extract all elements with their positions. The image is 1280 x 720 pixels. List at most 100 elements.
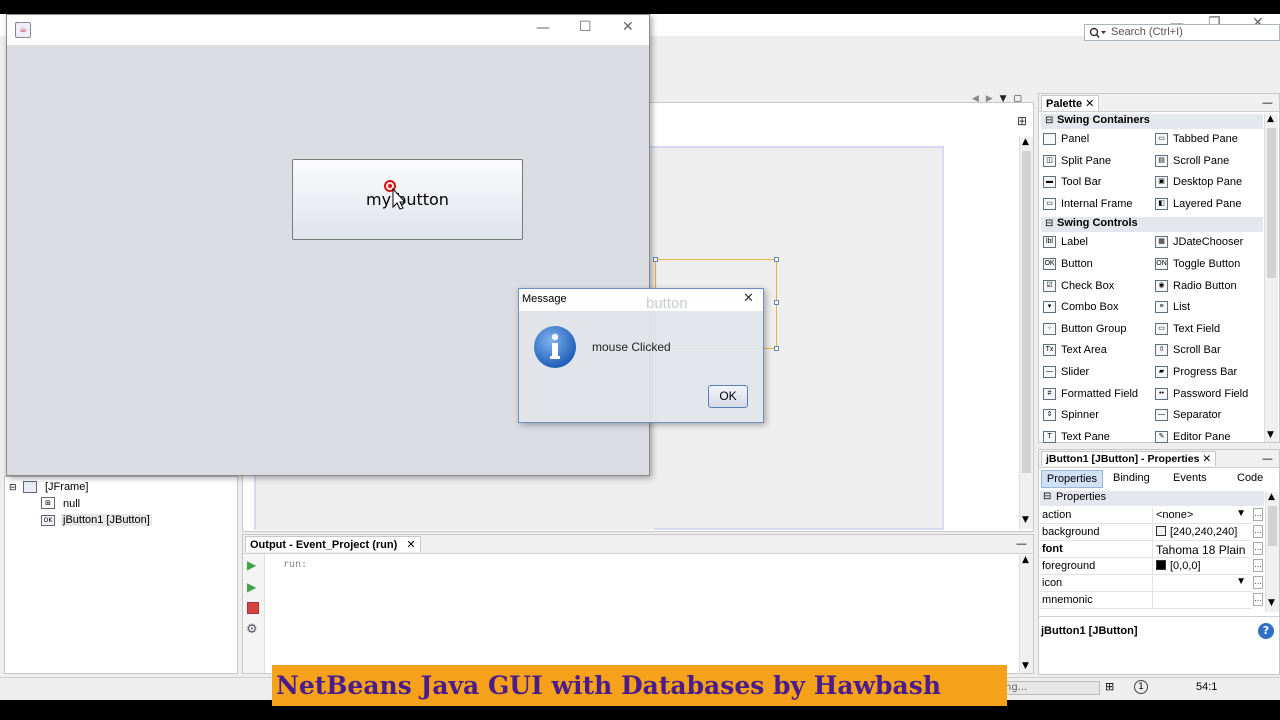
close-icon[interactable]: ✕ [1085,98,1094,110]
property-editor-button[interactable]: … [1253,508,1263,521]
scroll-up-icon[interactable]: ▲ [1268,492,1275,502]
resize-handle[interactable] [653,257,658,262]
search-input[interactable]: Search (Ctrl+I) [1084,24,1280,41]
palette-scrollbar[interactable]: ▲ ▼ [1264,114,1278,442]
properties-tab[interactable]: jButton1 [JButton] - Properties ✕ [1041,451,1217,466]
palette-item[interactable]: ◧ Layered Pane [1155,196,1242,214]
property-value[interactable]: Tahoma 18 Plain [1152,541,1250,557]
dropdown-arrow-icon[interactable]: ▼ [1236,508,1246,519]
scroll-thumb[interactable] [1268,506,1277,546]
minimize-panel-icon[interactable]: — [1262,96,1273,109]
scroll-down-icon[interactable]: ▼ [1268,598,1275,608]
palette-item[interactable]: # Formatted Field [1043,386,1138,404]
my-button[interactable]: my button [292,159,523,240]
property-editor-button[interactable]: … [1253,525,1263,538]
navigator-item-jbutton1[interactable]: jButton1 [JButton] [61,514,152,526]
output-scrollbar[interactable]: ▲ ▼ [1019,555,1033,673]
help-icon[interactable]: ? [1258,623,1274,639]
palette-category[interactable]: ⊟ Swing Controls [1041,217,1263,233]
palette-item[interactable]: ▭ Text Field [1155,321,1220,339]
property-value[interactable]: ▼ [1152,575,1250,591]
close-icon[interactable]: ✕ [406,539,415,551]
collapse-icon[interactable]: ⊟ [1045,218,1053,229]
palette-item[interactable]: lbl Label [1043,234,1088,252]
palette-item[interactable]: — Separator [1155,407,1221,425]
close-icon[interactable]: ✕ [622,19,634,35]
palette-item[interactable]: ⇳ Scroll Bar [1155,342,1221,360]
rerun-with-options-icon[interactable]: ▶ [247,580,256,594]
minimize-panel-icon[interactable]: — [1016,537,1027,550]
scroll-down-icon[interactable]: ▼ [1022,661,1029,671]
navigator-item-layout[interactable]: null [63,498,80,510]
tab-code[interactable]: Code [1237,472,1263,484]
palette-item[interactable]: Tx Text Area [1043,342,1107,360]
palette-item[interactable]: ▭ Internal Frame [1043,196,1133,214]
ok-button[interactable]: OK [708,385,748,408]
palette-item[interactable]: OK Button [1043,256,1093,274]
palette-item[interactable]: ◉ Radio Button [1155,278,1237,296]
tab-events[interactable]: Events [1173,472,1207,484]
minimize-icon[interactable]: — [536,20,550,36]
palette-item[interactable]: ▰ Progress Bar [1155,364,1237,382]
properties-section-header[interactable]: ⊟ Properties [1040,491,1264,506]
resize-handle[interactable] [774,346,779,351]
palette-item[interactable]: Panel [1043,131,1089,149]
notification-icon[interactable]: 1 [1134,680,1148,694]
property-value[interactable]: [0,0,0] [1152,558,1250,574]
scroll-up-icon[interactable]: ▲ [1022,137,1029,147]
palette-item[interactable]: ON Toggle Button [1155,256,1240,274]
palette-tab[interactable]: Palette ✕ [1041,95,1100,111]
add-icon[interactable]: ⊞ [1017,114,1027,128]
properties-scrollbar[interactable]: ▲ ▼ [1265,492,1279,612]
property-row[interactable]: background [240,240,240]… [1040,524,1263,541]
palette-item[interactable]: ☑ Check Box [1043,278,1114,296]
palette-item[interactable]: ▾ Combo Box [1043,299,1118,317]
tab-properties[interactable]: Properties [1041,470,1103,488]
dialog-titlebar[interactable]: Message ✕ [519,289,763,311]
palette-item[interactable]: — Slider [1043,364,1089,382]
grid-icon[interactable]: ⊞ [1105,680,1114,693]
property-row[interactable]: icon ▼… [1040,575,1263,592]
close-icon[interactable]: ✕ [743,291,754,306]
palette-item[interactable]: ⇕ Spinner [1043,407,1099,425]
scroll-down-icon[interactable]: ▼ [1022,515,1029,525]
navigator-item-jframe[interactable]: [JFrame] [45,481,88,493]
collapse-icon[interactable]: ⊟ [9,483,17,493]
tab-binding[interactable]: Binding [1113,472,1150,484]
palette-item[interactable]: ✎ Editor Pane [1155,429,1230,447]
property-editor-button[interactable]: … [1253,559,1263,572]
palette-item[interactable]: T Text Pane [1043,429,1110,447]
palette-item[interactable]: ▭ Tabbed Pane [1155,131,1238,149]
maximize-icon[interactable]: ☐ [579,19,592,35]
scroll-down-icon[interactable]: ▼ [1267,430,1274,440]
palette-item[interactable]: ▤ Scroll Pane [1155,153,1229,171]
dropdown-arrow-icon[interactable]: ▼ [1236,576,1246,587]
palette-item[interactable]: ≡ List [1155,299,1190,317]
collapse-icon[interactable]: ⊟ [1045,115,1053,126]
output-tab[interactable]: Output - Event_Project (run) ✕ [245,536,421,552]
jframe-titlebar[interactable]: ☕ — ☐ ✕ [7,15,649,45]
scroll-thumb[interactable] [1267,128,1276,278]
palette-category[interactable]: ⊟ Swing Containers [1041,114,1263,129]
palette-item[interactable]: •• Password Field [1155,386,1248,404]
palette-item[interactable]: ◫ Split Pane [1043,153,1111,171]
scroll-thumb[interactable] [1022,151,1031,473]
property-editor-button[interactable]: … [1253,593,1263,606]
palette-item[interactable]: ▦ JDateChooser [1155,234,1243,252]
resize-handle[interactable] [774,300,779,305]
property-editor-button[interactable]: … [1253,542,1263,555]
scroll-up-icon[interactable]: ▲ [1022,555,1029,565]
close-icon[interactable]: ✕ [1202,453,1211,465]
rerun-icon[interactable]: ▶ [247,558,256,572]
resize-handle[interactable] [774,257,779,262]
palette-item[interactable]: ⁘ Button Group [1043,321,1126,339]
property-value[interactable]: <none> ▼ [1152,507,1250,523]
palette-item[interactable]: ▬ Tool Bar [1043,174,1101,192]
designer-scrollbar[interactable]: ▲ ▼ [1019,137,1033,529]
stop-icon[interactable] [247,602,259,614]
settings-icon[interactable]: ⚙ [246,622,258,637]
property-row[interactable]: mnemonic… [1040,592,1263,609]
property-row[interactable]: font Tahoma 18 Plain… [1040,541,1263,558]
palette-item[interactable]: ▣ Desktop Pane [1155,174,1242,192]
property-value[interactable] [1152,592,1250,608]
